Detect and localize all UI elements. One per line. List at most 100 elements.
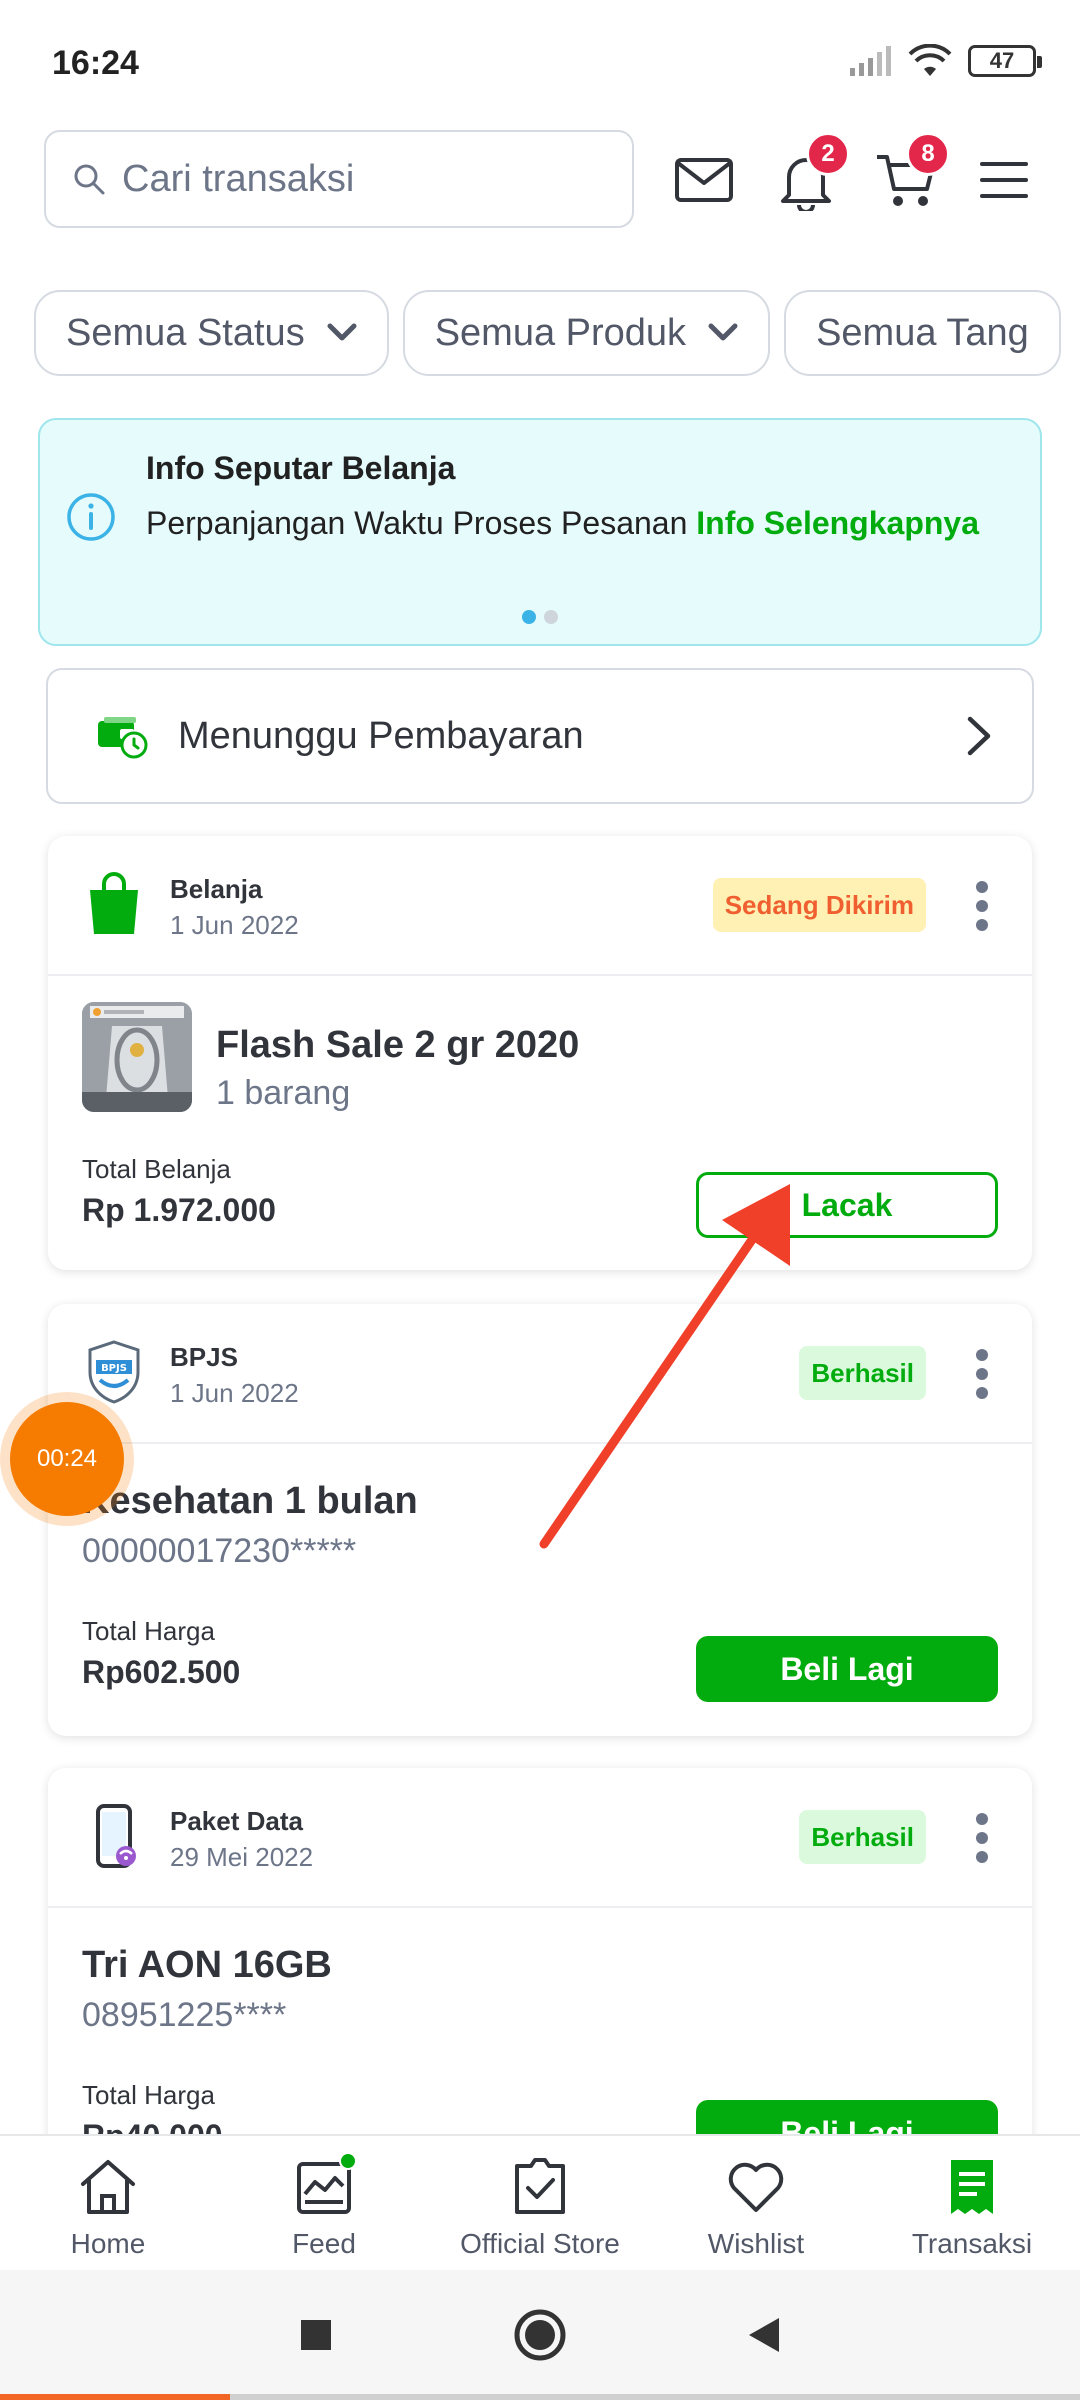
status-time: 16:24: [52, 44, 139, 82]
order-category: Belanja: [170, 874, 263, 904]
nav-home-label: Home: [70, 2228, 146, 2259]
nav-wishlist-label: Wishlist: [707, 2228, 805, 2259]
bpjs-shield-icon: BPJS: [88, 1340, 140, 1404]
info-message: Perpanjangan Waktu Proses Pesanan: [146, 505, 697, 541]
phone-data-icon: [96, 1804, 136, 1868]
product-name: Kesehatan 1 bulan: [82, 1480, 418, 1522]
order-card-header: Belanja 1 Jun 2022 Sedang Dikirim: [48, 836, 1032, 976]
chevron-down-icon: [708, 323, 738, 341]
carousel-dot-active: [522, 610, 536, 624]
notification-badge: 2: [806, 132, 850, 176]
product-name: Flash Sale 2 gr 2020: [216, 1024, 580, 1066]
status-badge: Berhasil: [799, 1810, 926, 1864]
home-system-button[interactable]: [513, 2308, 567, 2362]
filter-product-chip[interactable]: Semua Produk: [402, 290, 771, 376]
order-category: BPJS: [170, 1342, 238, 1372]
total-label: Total Harga: [82, 1616, 215, 1646]
video-progress-fill: [0, 2394, 230, 2400]
track-button[interactable]: Lacak: [696, 1172, 998, 1238]
more-options-icon[interactable]: [974, 880, 990, 932]
nav-official-store[interactable]: Official Store: [432, 2136, 648, 2270]
notification-button[interactable]: 2: [766, 132, 850, 220]
home-icon: [81, 2160, 135, 2214]
more-options-icon[interactable]: [974, 1348, 990, 1400]
signal-icon: [850, 46, 891, 76]
buy-again-button[interactable]: Beli Lagi: [696, 1636, 998, 1702]
chevron-right-icon: [967, 716, 991, 756]
menu-button[interactable]: [964, 140, 1044, 220]
status-icons: 47: [848, 44, 1042, 78]
back-triangle-icon: [749, 2318, 779, 2352]
recording-timer[interactable]: 00:24: [10, 1402, 124, 1516]
order-card[interactable]: Belanja 1 Jun 2022 Sedang Dikirim Flash …: [48, 836, 1032, 1270]
info-banner[interactable]: Info Seputar Belanja Perpanjangan Waktu …: [38, 418, 1042, 646]
nav-official-store-label: Official Store: [460, 2228, 620, 2259]
circle-icon: [514, 2309, 566, 2361]
order-category: Paket Data: [170, 1806, 303, 1836]
filter-product-label: Semua Produk: [434, 311, 687, 354]
shopping-bag-icon: [90, 872, 138, 934]
status-badge: Berhasil: [799, 1346, 926, 1400]
wifi-icon: [908, 44, 952, 76]
nav-transaksi-label: Transaksi: [911, 2228, 1033, 2259]
filter-status-label: Semua Status: [66, 311, 305, 354]
receipt-icon: [951, 2160, 993, 2214]
payment-wallet-icon: [98, 717, 148, 759]
order-card-header: BPJS BPJS 1 Jun 2022 Berhasil: [48, 1304, 1032, 1444]
status-badge: Sedang Dikirim: [712, 878, 926, 932]
inbox-button[interactable]: [664, 140, 744, 220]
nav-feed-label: Feed: [292, 2228, 356, 2259]
mail-icon: [675, 158, 733, 202]
status-bar: 16:24 47: [0, 0, 1080, 120]
nav-transaksi[interactable]: Transaksi: [864, 2136, 1080, 2270]
bottom-nav: Home Feed Official Store Wishlist Transa…: [0, 2134, 1080, 2270]
customer-number: 00000017230*****: [82, 1532, 357, 1570]
cart-badge: 8: [906, 132, 950, 176]
back-system-button[interactable]: [737, 2308, 791, 2362]
info-title: Info Seputar Belanja: [146, 450, 456, 486]
info-icon: [67, 493, 115, 541]
square-icon: [301, 2320, 331, 2350]
total-value: Rp 1.972.000: [82, 1192, 276, 1228]
nav-wishlist[interactable]: Wishlist: [648, 2136, 864, 2270]
order-date: 1 Jun 2022: [170, 910, 299, 940]
filter-date-chip[interactable]: Semua Tang: [784, 290, 1061, 376]
battery-indicator: 47: [968, 45, 1042, 77]
hamburger-icon: [980, 162, 1028, 198]
chevron-down-icon: [327, 323, 357, 341]
total-label: Total Harga: [82, 2080, 215, 2110]
info-text: Perpanjangan Waktu Proses Pesanan Info S…: [146, 498, 1006, 548]
total-value: Rp602.500: [82, 1654, 241, 1690]
recent-apps-button[interactable]: [289, 2308, 343, 2362]
carousel-dots: [40, 610, 1040, 624]
official-store-icon: [515, 2158, 565, 2214]
order-date: 29 Mei 2022: [170, 1842, 314, 1872]
system-nav: [0, 2270, 1080, 2400]
cart-button[interactable]: 8: [866, 132, 950, 220]
phone-number: 08951225****: [82, 1996, 287, 2034]
search-placeholder: Cari transaksi: [122, 157, 355, 200]
info-link[interactable]: Info Selengkapnya: [696, 505, 979, 541]
order-date: 1 Jun 2022: [170, 1378, 299, 1408]
nav-feed[interactable]: Feed: [216, 2136, 432, 2270]
video-progress-bar: [0, 2394, 1080, 2400]
nav-home[interactable]: Home: [0, 2136, 216, 2270]
feed-icon-wrap: [293, 2152, 357, 2218]
product-quantity: 1 barang: [216, 1074, 351, 1112]
filter-bar: Semua Status Semua Produk Semua Tang: [34, 290, 1080, 376]
gold-bar-image: [82, 1002, 192, 1112]
order-card[interactable]: BPJS BPJS 1 Jun 2022 Berhasil Kesehatan …: [48, 1304, 1032, 1736]
order-card-header: Paket Data 29 Mei 2022 Berhasil: [48, 1768, 1032, 1908]
more-options-icon[interactable]: [974, 1812, 990, 1864]
waiting-payment-row[interactable]: Menunggu Pembayaran: [46, 668, 1034, 804]
filter-status-chip[interactable]: Semua Status: [34, 290, 389, 376]
product-name: Tri AON 16GB: [82, 1944, 332, 1986]
search-icon: [74, 164, 105, 195]
filter-date-label: Semua Tang: [816, 311, 1029, 354]
total-label: Total Belanja: [82, 1154, 231, 1184]
waiting-payment-label: Menunggu Pembayaran: [178, 714, 584, 757]
heart-icon: [728, 2162, 784, 2212]
search-input[interactable]: Cari transaksi: [44, 130, 634, 228]
carousel-dot: [544, 610, 558, 624]
svg-text:BPJS: BPJS: [101, 1363, 127, 1374]
